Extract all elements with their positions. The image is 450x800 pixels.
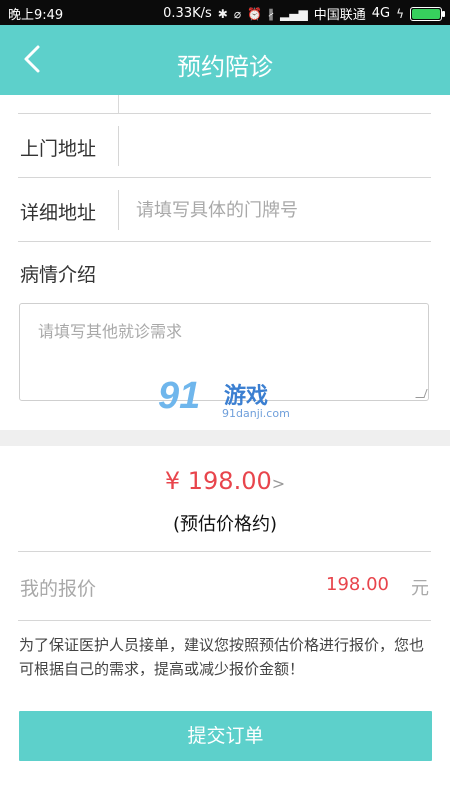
- network-speed: 0.33K/s: [163, 6, 212, 21]
- no-disturb-icon: ⌀: [233, 6, 242, 21]
- detail-address-input[interactable]: 请填写具体的门牌号: [136, 196, 298, 222]
- nav-bar: 预约陪诊: [0, 25, 450, 95]
- detail-address-label: 详细地址: [20, 202, 97, 224]
- charging-icon: ϟ: [396, 6, 404, 21]
- page-title: 预约陪诊: [177, 53, 273, 81]
- vibrate-icon: ∦: [268, 6, 275, 21]
- divider: [118, 126, 119, 166]
- bluetooth-icon: ✱: [217, 6, 228, 21]
- section-gap: [0, 430, 450, 446]
- detail-address-row: 详细地址 请填写具体的门牌号: [18, 177, 431, 242]
- my-offer-unit: 元: [411, 578, 429, 599]
- watermark-logo-name: 游戏: [224, 384, 269, 409]
- watermark-logo-number: 91: [158, 375, 201, 417]
- status-bar: 晚上9:49 0.33K/s ✱ ⌀ ⏰ ∦ ▂▄▆ 中国联通 4G ϟ: [0, 0, 450, 25]
- battery-icon: [410, 6, 445, 21]
- condition-placeholder: 请填写其他就诊需求: [38, 322, 183, 341]
- watermark-url: 91danji.com: [222, 407, 290, 420]
- visit-address-label: 上门地址: [20, 138, 97, 160]
- status-time: 晚上9:49: [8, 8, 64, 23]
- divider: [18, 241, 431, 242]
- network-type: 4G: [371, 6, 391, 21]
- my-offer-row: 我的报价 198.00 元: [18, 551, 431, 621]
- my-offer-input[interactable]: 198.00: [326, 574, 389, 595]
- alarm-icon: ⏰: [247, 6, 263, 21]
- chevron-right-icon: >: [271, 474, 286, 493]
- divider: [118, 95, 119, 113]
- price-note: (预估价格约): [172, 514, 278, 535]
- divider: [118, 190, 119, 230]
- visit-address-row[interactable]: 上门地址: [18, 113, 431, 178]
- resize-grip-icon[interactable]: [415, 389, 428, 398]
- my-offer-label: 我的报价: [20, 578, 97, 600]
- condition-label: 病情介绍: [20, 264, 97, 286]
- signal-icon: ▂▄▆: [280, 6, 308, 21]
- submit-order-button[interactable]: 提交订单: [19, 711, 432, 761]
- carrier-name: 中国联通: [313, 8, 366, 23]
- watermark-logo: 91 游戏 91danji.com: [158, 375, 294, 425]
- pricing-tip: 为了保证医护人员接单，建议您按照预估价格进行报价，您也可根据自己的需求，提高或减…: [19, 636, 425, 678]
- estimated-price-value: ¥ 198.00: [164, 467, 272, 495]
- status-icons: 0.33K/s ✱ ⌀ ⏰ ∦ ▂▄▆ 中国联通 4G ϟ: [163, 4, 445, 23]
- estimated-price[interactable]: ¥ 198.00>: [0, 467, 450, 495]
